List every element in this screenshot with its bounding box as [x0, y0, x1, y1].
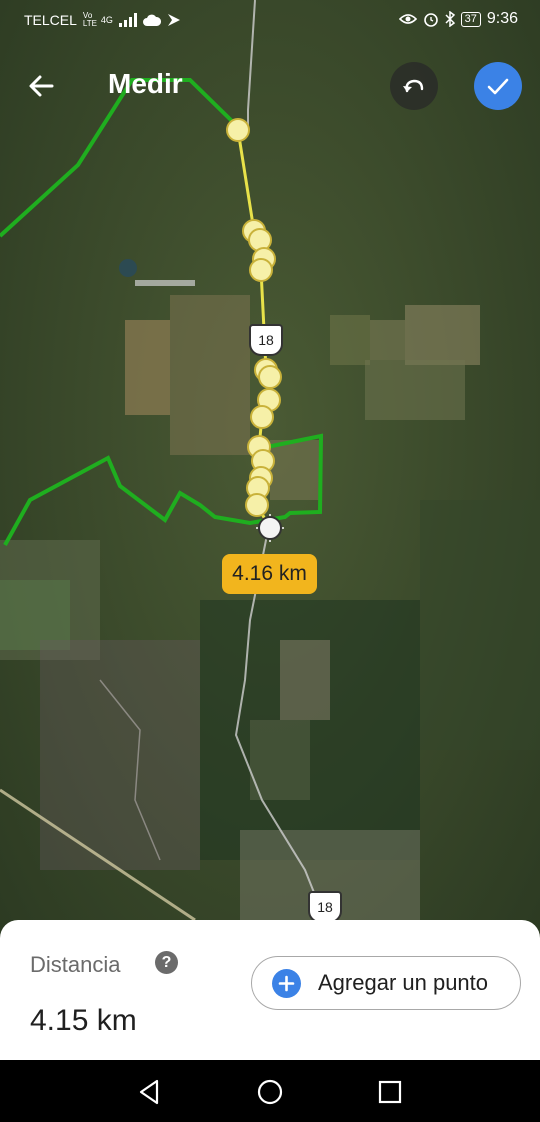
check-icon [487, 78, 509, 95]
back-triangle-icon [139, 1079, 159, 1105]
route-shield-18-south: 18 [308, 891, 342, 923]
flag-icon [167, 14, 180, 26]
eye-icon [398, 14, 417, 24]
home-circle-icon [257, 1079, 283, 1105]
arrow-left-icon [29, 75, 54, 97]
plus-icon [272, 969, 301, 998]
measure-point[interactable] [245, 493, 269, 517]
cloud-icon [142, 14, 161, 26]
page-title: Medir [108, 68, 183, 99]
back-button[interactable] [22, 66, 62, 106]
distance-label: Distancia [30, 952, 121, 977]
undo-icon [403, 79, 424, 93]
undo-button[interactable] [390, 62, 438, 110]
carrier-name: TELCEL [24, 12, 77, 28]
add-point-button[interactable]: Agregar un punto [251, 956, 521, 1010]
measure-distance-label: 4.16 km [222, 554, 317, 594]
bluetooth-icon [445, 11, 455, 27]
network-type: 4G [100, 15, 113, 25]
status-bar: TELCEL Vo LTE 4G 37 9:36 [0, 0, 540, 42]
measure-panel: Distancia ? 4.15 km Agregar un punto [0, 920, 540, 1060]
nav-back-button[interactable] [133, 1075, 167, 1109]
measure-point[interactable] [226, 118, 250, 142]
measure-point[interactable] [249, 258, 273, 282]
add-point-label: Agregar un punto [318, 970, 489, 995]
volte-badge: Vo LTE [82, 11, 97, 28]
alarm-icon [423, 13, 438, 27]
help-icon[interactable]: ? [155, 951, 178, 974]
nav-home-button[interactable] [253, 1075, 287, 1109]
system-nav-bar [0, 1060, 540, 1122]
satellite-map[interactable] [0, 0, 540, 1060]
signal-icon [118, 13, 137, 27]
done-button[interactable] [474, 62, 522, 110]
battery-icon: 37 [460, 11, 481, 27]
target-point[interactable] [258, 516, 282, 540]
measure-point[interactable] [258, 365, 282, 389]
nav-recents-button[interactable] [373, 1075, 407, 1109]
recents-square-icon [378, 1080, 402, 1104]
top-toolbar: Medir [0, 52, 540, 118]
measure-point[interactable] [250, 405, 274, 429]
route-shield-18-north: 18 [249, 324, 283, 356]
distance-value: 4.15 km [30, 1004, 137, 1037]
clock-time: 9:36 [486, 10, 518, 27]
